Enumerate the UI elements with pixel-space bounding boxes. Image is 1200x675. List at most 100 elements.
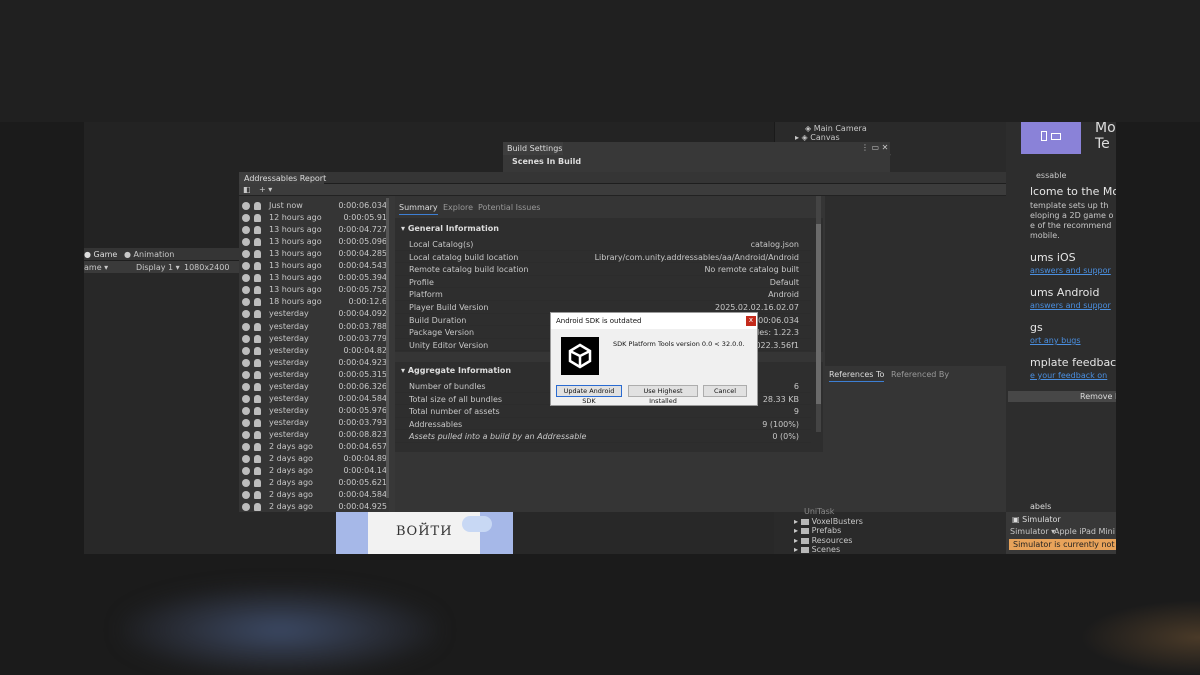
tab-animation[interactable]: ● Animation [124,250,174,259]
android-forum-link[interactable]: answers and suppor [1030,301,1111,310]
dialog-titlebar: Android SDK is outdated x [551,313,757,329]
cancel-button[interactable]: Cancel [703,385,747,397]
build-list-scrollbar[interactable] [386,198,389,498]
build-row[interactable]: Just now 0:00:06.034 [239,200,387,212]
folder-resources[interactable]: ▸ Resources [794,536,852,545]
build-row[interactable]: 13 hours ago 0:00:04.727 [239,224,387,236]
simulator-mode-dropdown[interactable]: Simulator ▾ [1010,527,1055,536]
build-duration: 0:00:04.14 [343,466,387,476]
build-row[interactable]: 2 days ago 0:00:04.584 [239,489,387,501]
build-settings-window: Build Settings ⋮ ▭ ✕ Scenes In Build [503,142,890,172]
remove-button[interactable]: Remove R [1008,391,1116,402]
hierarchy-item-main-camera[interactable]: ◈ Main Camera [805,124,867,133]
sidebar-toggle-icon[interactable]: ◧ [243,185,251,194]
build-time: yesterday [269,321,309,331]
update-android-sdk-button[interactable]: Update Android SDK [556,385,622,405]
info-key: Local Catalog(s) [409,240,474,249]
android-icon [254,274,261,283]
build-time: 13 hours ago [269,261,322,271]
android-icon [254,491,261,500]
build-row[interactable]: 18 hours ago 0:00:12.6 [239,296,387,308]
tab-potential-issues[interactable]: Potential Issues [478,203,540,212]
add-dropdown-icon[interactable]: + ▾ [259,185,272,194]
info-value: 9 (100%) [762,419,799,429]
simulator-device-dropdown[interactable]: Apple iPad Mini 4 [1054,527,1116,536]
build-time: yesterday [269,393,309,403]
build-time: 13 hours ago [269,249,322,259]
check-icon [242,358,250,367]
build-time: Just now [269,201,303,210]
build-row[interactable]: 2 days ago 0:00:04.925 [239,501,387,512]
aggregate-information-header[interactable]: ▾ Aggregate Information [401,366,511,375]
folder-voxelbusters[interactable]: ▸ VoxelBusters [794,517,863,526]
dialog-close-label: x [748,316,754,324]
tab-summary[interactable]: Summary [399,203,438,215]
report-bugs-link[interactable]: ort any bugs [1030,336,1081,345]
use-highest-installed-button[interactable]: Use Highest Installed [628,385,698,405]
build-time: yesterday [269,369,309,379]
hierarchy-item-canvas[interactable]: ▸ ◈ Canvas [795,133,840,142]
build-row[interactable]: yesterday 0:00:04.584 [239,393,387,405]
tab-explore[interactable]: Explore [443,203,473,212]
tab-referenced-by[interactable]: Referenced By [891,370,949,379]
check-icon [242,406,250,415]
cloud-decoration [462,516,492,532]
build-row[interactable]: yesterday 0:00:04.092 [239,308,387,320]
build-row[interactable]: yesterday 0:00:03.779 [239,333,387,345]
build-row[interactable]: yesterday 0:00:05.976 [239,405,387,417]
folder-prefabs[interactable]: ▸ Prefabs [794,526,841,535]
build-time: yesterday [269,429,309,439]
build-row[interactable]: 12 hours ago 0:00:05.91 [239,212,387,224]
folder-scenes[interactable]: ▸ Scenes [794,545,840,554]
login-button[interactable]: ВОЙТИ [368,510,480,554]
build-row[interactable]: yesterday 0:00:05.315 [239,369,387,381]
build-duration: 0:00:04.584 [338,393,387,403]
build-settings-tab[interactable]: Build Settings [503,142,563,155]
build-row[interactable]: 2 days ago 0:00:04.89 [239,453,387,465]
build-settings-controls[interactable]: ⋮ ▭ ✕ [861,143,888,152]
build-time: 2 days ago [269,502,313,512]
build-time: 13 hours ago [269,225,322,235]
build-row[interactable]: yesterday 0:00:06.326 [239,381,387,393]
build-row[interactable]: 13 hours ago 0:00:04.285 [239,248,387,260]
game-dropdown[interactable]: ame ▾ [84,263,108,272]
build-row[interactable]: 13 hours ago 0:00:05.752 [239,284,387,296]
info-key: Package Version [409,328,475,338]
summary-scrollbar-thumb[interactable] [816,224,821,404]
display-dropdown[interactable]: Display 1 ▾ [136,263,180,272]
remove-button-label: Remove R [1080,392,1116,401]
ios-forum-link[interactable]: answers and suppor [1030,266,1111,275]
build-row[interactable]: 13 hours ago 0:00:05.394 [239,272,387,284]
build-row[interactable]: 2 days ago 0:00:05.621 [239,477,387,489]
check-icon [242,382,250,391]
build-row[interactable]: 2 days ago 0:00:04.657 [239,441,387,453]
build-time: yesterday [269,381,309,391]
build-row[interactable]: yesterday 0:00:04.82 [239,345,387,357]
resolution-dropdown[interactable]: 1080x2400 [184,263,229,272]
tab-references-to[interactable]: References To [829,370,885,382]
build-row[interactable]: 2 days ago 0:00:04.14 [239,465,387,477]
build-history-list: Just now 0:00:06.034 12 hours ago 0:00:05.9… [239,196,389,512]
bugs-heading: gs [1030,321,1043,334]
general-information-header[interactable]: ▾ General Information [401,224,499,233]
build-row[interactable]: 13 hours ago 0:00:04.543 [239,260,387,272]
build-row[interactable]: yesterday 0:00:03.793 [239,417,387,429]
tab-simulator[interactable]: ▣ Simulator [1012,515,1061,524]
build-row[interactable]: yesterday 0:00:03.788 [239,321,387,333]
build-row[interactable]: 13 hours ago 0:00:05.096 [239,236,387,248]
build-row[interactable]: yesterday 0:00:08.823 [239,429,387,441]
tab-addressables-report[interactable]: Addressables Report [239,172,326,184]
android-icon [254,406,261,415]
blurred-background-light-right [1080,600,1200,675]
game-toolbar: ame ▾ Display 1 ▾ 1080x2400 [84,261,244,273]
dialog-close-button[interactable]: x [746,316,756,326]
build-row[interactable]: yesterday 0:00:04.923 [239,357,387,369]
tab-game[interactable]: ● Game [84,250,117,259]
project-partial-item: UniTask [804,507,835,516]
welcome-heading: lcome to the Mo [1030,185,1116,198]
info-key: Number of bundles [409,382,486,391]
build-duration: 0:00:12.6 [348,297,387,307]
build-time: yesterday [269,357,309,367]
android-icon [254,250,261,259]
feedback-link[interactable]: e your feedback on [1030,371,1107,380]
